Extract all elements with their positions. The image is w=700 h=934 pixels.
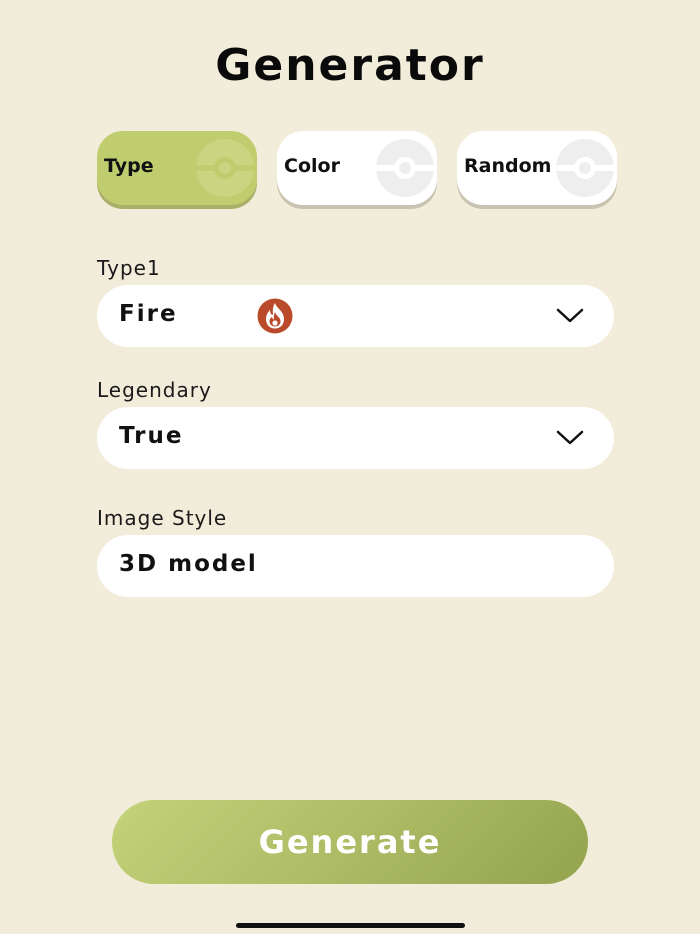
mode-tabs: Type Color Random — [97, 131, 617, 207]
pokeball-icon — [195, 139, 255, 197]
tab-type[interactable]: Type — [97, 131, 257, 205]
image-style-value: 3D model — [119, 551, 258, 577]
pokeball-icon — [555, 139, 615, 197]
pokeball-icon — [375, 139, 435, 197]
tab-random-label: Random — [464, 155, 552, 177]
legendary-value: True — [119, 423, 184, 449]
type1-select[interactable]: Fire — [97, 285, 614, 347]
tab-color[interactable]: Color — [277, 131, 437, 205]
type1-label: Type1 — [97, 256, 161, 280]
chevron-down-icon — [556, 430, 584, 445]
legendary-label: Legendary — [97, 378, 212, 402]
tab-random[interactable]: Random — [457, 131, 617, 205]
image-style-label: Image Style — [97, 506, 228, 530]
tab-color-label: Color — [284, 155, 340, 177]
tab-type-label: Type — [104, 155, 154, 177]
image-style-input[interactable]: 3D model — [97, 535, 614, 597]
chevron-down-icon — [556, 308, 584, 323]
legendary-select[interactable]: True — [97, 407, 614, 469]
page-title: Generator — [215, 40, 485, 91]
generate-button[interactable]: Generate — [112, 800, 588, 884]
home-indicator[interactable] — [236, 923, 465, 928]
fire-type-icon — [257, 298, 293, 334]
type1-value: Fire — [119, 301, 178, 327]
